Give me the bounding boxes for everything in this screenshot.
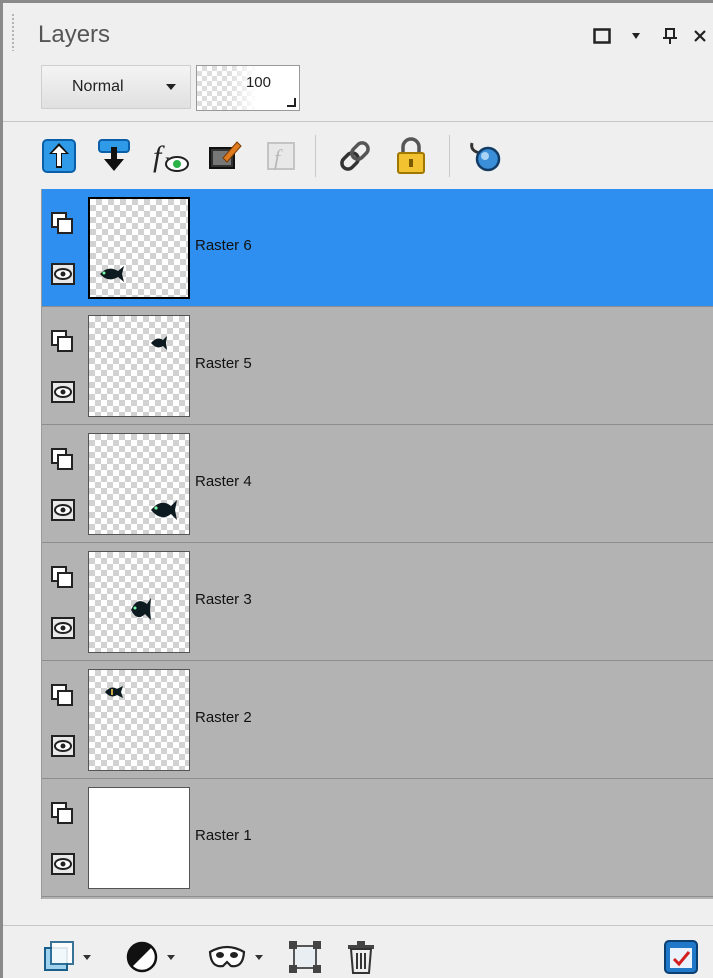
eye-icon[interactable] bbox=[49, 851, 77, 877]
new-raster-layer-button[interactable] bbox=[43, 938, 91, 976]
group-layers-icon bbox=[289, 941, 321, 973]
chevron-down-icon bbox=[255, 954, 263, 960]
dropdown-icon[interactable] bbox=[625, 25, 647, 47]
layer-thumbnail bbox=[88, 551, 190, 653]
layer-row[interactable]: Raster 1 bbox=[42, 779, 713, 897]
layer-row[interactable]: Raster 6 bbox=[42, 189, 713, 307]
layer-properties-button[interactable] bbox=[663, 938, 699, 976]
chevron-down-icon bbox=[166, 84, 176, 90]
fish-image bbox=[151, 500, 177, 520]
layer-visibility-toggle-icon[interactable] bbox=[49, 683, 77, 709]
layer-visibility-toggle-icon[interactable] bbox=[49, 211, 77, 237]
layer-row[interactable]: Raster 3 bbox=[42, 543, 713, 661]
fish-image bbox=[131, 598, 151, 620]
chevron-down-icon bbox=[167, 954, 175, 960]
layer-thumbnail bbox=[88, 197, 190, 299]
layers-list: Raster 6 Raster 5 Raster 4 Raster 3 Rast… bbox=[41, 189, 713, 899]
layer-thumbnail bbox=[88, 669, 190, 771]
layer-visibility-toggle-icon[interactable] bbox=[49, 565, 77, 591]
new-raster-layer-icon bbox=[44, 941, 74, 971]
layer-name: Raster 2 bbox=[195, 709, 252, 726]
new-adjustment-layer-icon bbox=[126, 941, 158, 973]
layer-visibility-toggle-icon[interactable] bbox=[49, 801, 77, 827]
layer-name: Raster 4 bbox=[195, 473, 252, 490]
layer-thumbnail bbox=[88, 315, 190, 417]
layer-bottom-toolbar bbox=[3, 925, 713, 978]
eye-icon[interactable] bbox=[49, 261, 77, 287]
slider-corner-icon bbox=[287, 98, 296, 107]
blend-mode-select[interactable]: Normal bbox=[41, 65, 191, 109]
fish-image bbox=[151, 336, 167, 350]
layer-name: Raster 6 bbox=[195, 237, 252, 254]
layers-panel: Layers Normal 100 f f Raster 6 Raster 5 … bbox=[0, 0, 713, 978]
eye-icon[interactable] bbox=[49, 497, 77, 523]
layer-name: Raster 3 bbox=[195, 591, 252, 608]
delete-layer-icon bbox=[348, 941, 374, 974]
fx-disabled-icon: f bbox=[261, 136, 301, 176]
eye-icon[interactable] bbox=[49, 733, 77, 759]
layer-name: Raster 1 bbox=[195, 827, 252, 844]
layer-toolbar: fx f bbox=[3, 123, 713, 189]
layer-visibility-toggle-icon[interactable] bbox=[49, 329, 77, 355]
new-adjustment-layer-button[interactable] bbox=[125, 938, 175, 976]
panel-title-bar: Layers bbox=[3, 3, 713, 55]
layer-properties-icon bbox=[664, 940, 698, 974]
move-layer-up-icon[interactable] bbox=[39, 136, 79, 176]
edit-selection-icon[interactable] bbox=[205, 136, 245, 176]
lock-icon[interactable] bbox=[391, 136, 431, 176]
layer-name: Raster 5 bbox=[195, 355, 252, 372]
eye-icon[interactable] bbox=[49, 615, 77, 641]
layer-effects-icon[interactable]: fx bbox=[151, 136, 191, 176]
close-icon[interactable] bbox=[689, 25, 711, 47]
new-mask-layer-icon bbox=[208, 945, 246, 968]
move-layer-down-icon[interactable] bbox=[95, 136, 135, 176]
new-mask-layer-button[interactable] bbox=[207, 938, 263, 976]
restore-icon[interactable] bbox=[591, 25, 613, 47]
svg-text:f: f bbox=[153, 140, 165, 173]
blend-mode-value: Normal bbox=[72, 78, 124, 95]
layer-thumbnail bbox=[88, 787, 190, 889]
fish-image bbox=[100, 266, 124, 282]
layer-row[interactable]: Raster 2 bbox=[42, 661, 713, 779]
panel-title: Layers bbox=[38, 21, 111, 48]
layer-row[interactable]: Raster 5 bbox=[42, 307, 713, 425]
opacity-value: 100 bbox=[245, 74, 271, 91]
link-icon[interactable] bbox=[335, 136, 375, 176]
drag-grip[interactable] bbox=[11, 13, 15, 51]
eye-icon[interactable] bbox=[49, 379, 77, 405]
pin-icon[interactable] bbox=[659, 25, 681, 47]
pin-search-icon[interactable] bbox=[465, 136, 505, 176]
delete-layer-button[interactable] bbox=[345, 938, 377, 976]
layer-row[interactable]: Raster 4 bbox=[42, 425, 713, 543]
opacity-slider[interactable]: 100 bbox=[196, 65, 300, 111]
layer-thumbnail bbox=[88, 433, 190, 535]
chevron-down-icon bbox=[83, 954, 91, 960]
group-layers-button[interactable] bbox=[287, 938, 323, 976]
layer-visibility-toggle-icon[interactable] bbox=[49, 447, 77, 473]
fish-image bbox=[105, 686, 123, 698]
blend-controls: Normal 100 bbox=[3, 55, 713, 119]
